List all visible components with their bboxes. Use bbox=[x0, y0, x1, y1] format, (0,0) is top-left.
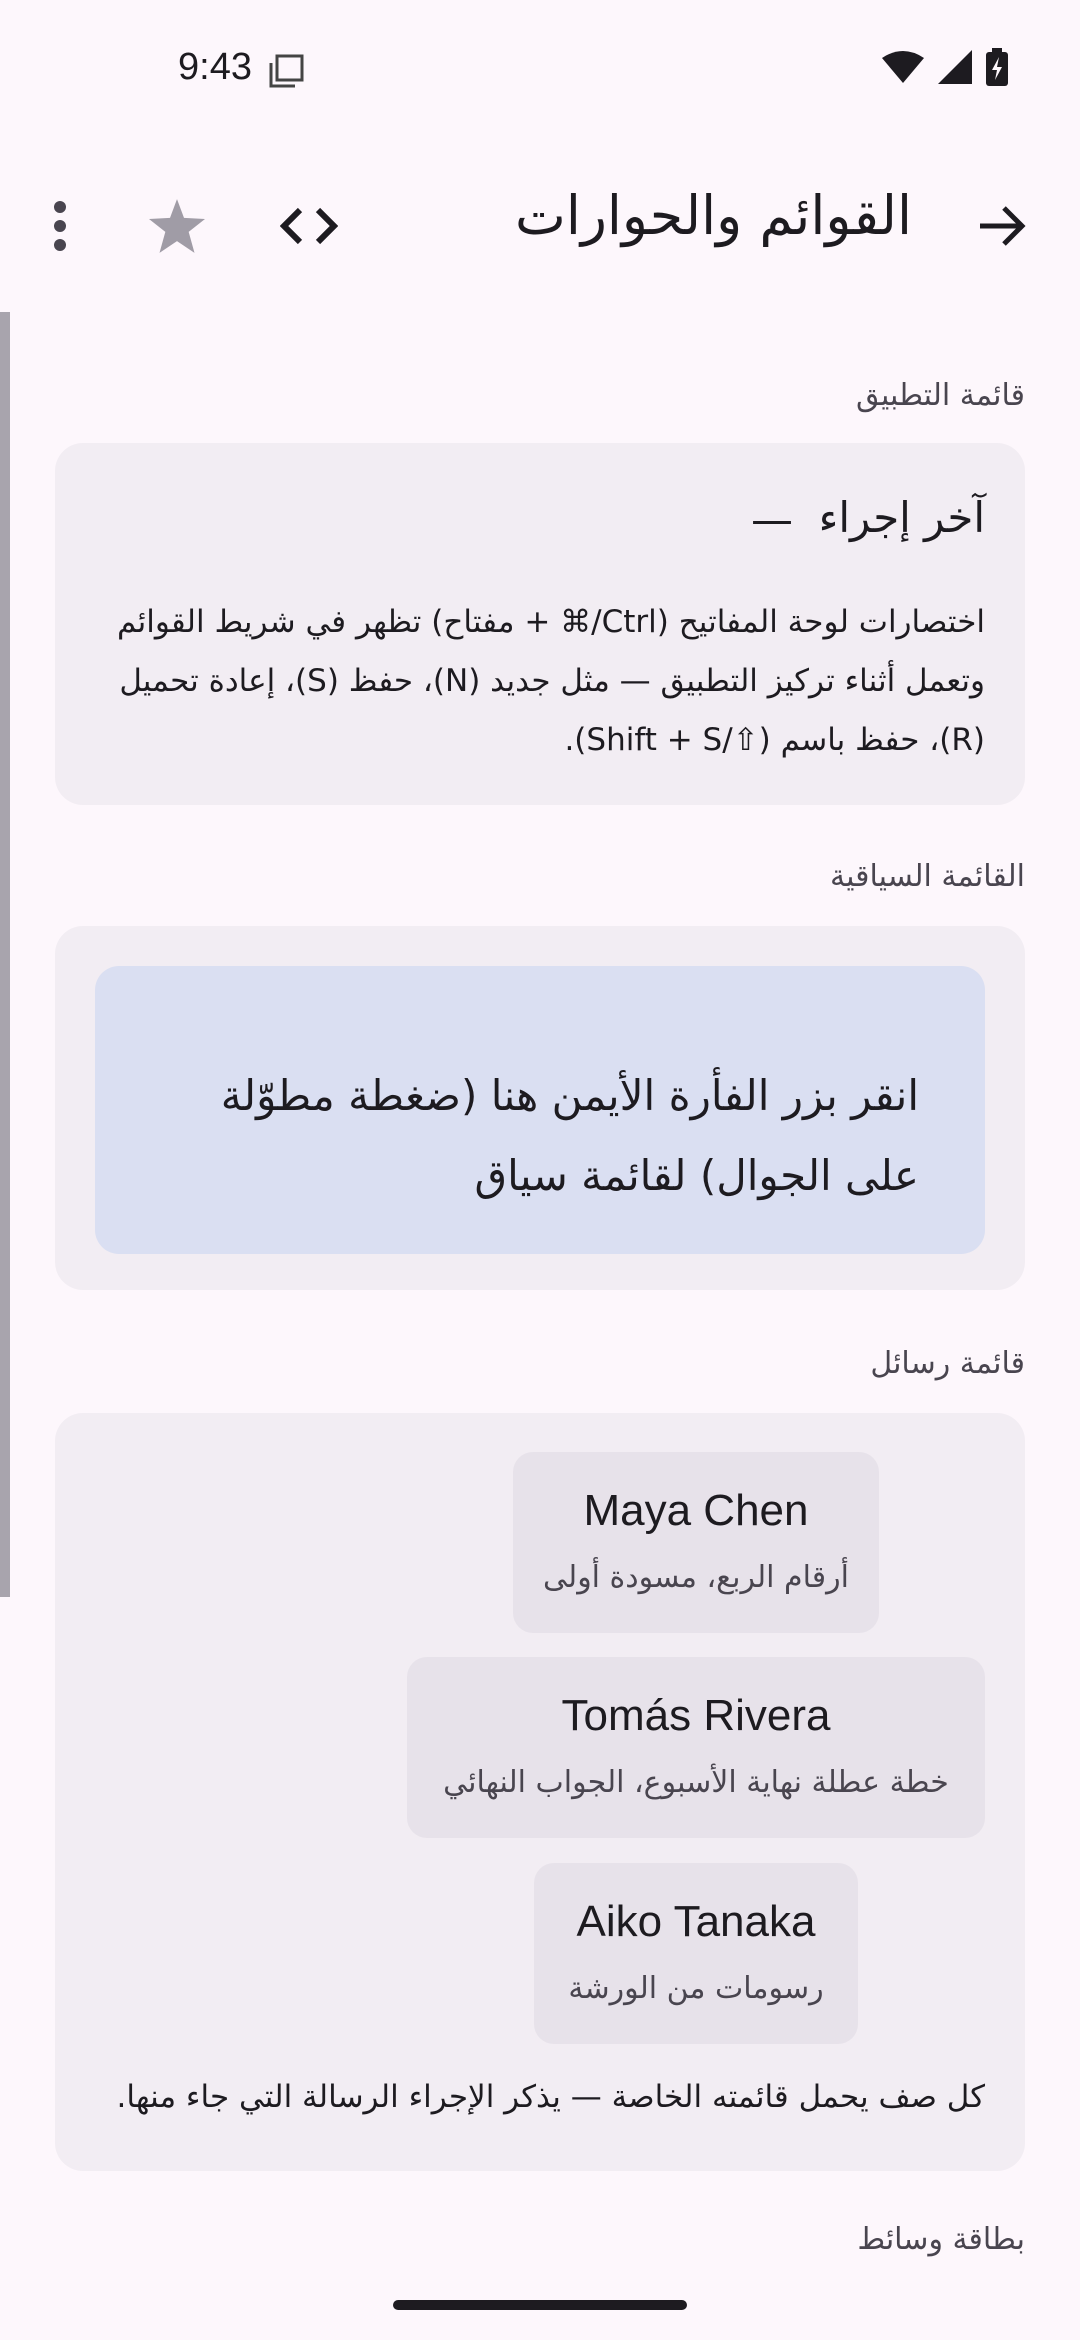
message-row-maya-chen[interactable]: Maya Chen أرقام الربع، مسودة أولى bbox=[513, 1452, 879, 1633]
star-icon[interactable] bbox=[145, 194, 209, 258]
message-preview: أرقام الربع، مسودة أولى bbox=[543, 1560, 849, 1595]
arrow-forward-icon[interactable] bbox=[970, 194, 1034, 258]
message-sender: Tomás Rivera bbox=[561, 1691, 831, 1740]
scroll-indicator bbox=[0, 312, 10, 1597]
top-app-bar: القوائم والحوارات bbox=[0, 170, 1080, 280]
context-menu-section-label: القائمة السياقية bbox=[829, 859, 1025, 894]
wifi-icon bbox=[882, 50, 924, 88]
context-menu-target-text: انقر بزر الفأرة الأيمن هنا (ضغطة مطوّلة … bbox=[220, 1071, 919, 1200]
message-menu-section-label: قائمة رسائل bbox=[870, 1346, 1025, 1381]
cellular-signal-icon bbox=[938, 50, 972, 88]
code-icon[interactable] bbox=[277, 194, 341, 258]
context-menu-target[interactable]: انقر بزر الفأرة الأيمن هنا (ضغطة مطوّلة … bbox=[95, 966, 985, 1254]
screenshot-notification-icon bbox=[268, 54, 304, 88]
message-sender: Aiko Tanaka bbox=[576, 1897, 816, 1946]
context-menu-card: انقر بزر الفأرة الأيمن هنا (ضغطة مطوّلة … bbox=[55, 926, 1025, 1290]
status-icons bbox=[882, 48, 1008, 90]
home-indicator[interactable] bbox=[393, 2300, 687, 2310]
page-title: القوائم والحوارات bbox=[514, 184, 912, 247]
battery-charging-icon bbox=[986, 48, 1008, 90]
app-menu-card: آخر إجراء — اختصارات لوحة المفاتيح (Ctrl… bbox=[55, 443, 1025, 805]
message-menu-footer: كل صف يحمل قائمته الخاصة — يذكر الإجراء … bbox=[116, 2079, 985, 2115]
message-preview: خطة عطلة نهاية الأسبوع، الجواب النهائي bbox=[443, 1765, 949, 1800]
more-vert-icon[interactable] bbox=[28, 194, 92, 258]
status-bar: 9:43 bbox=[0, 0, 1080, 140]
shortcuts-description: اختصارات لوحة المفاتيح (Ctrl/⌘ + مفتاح) … bbox=[116, 604, 985, 758]
message-row-aiko-tanaka[interactable]: Aiko Tanaka رسومات من الورشة bbox=[534, 1863, 858, 2044]
status-time: 9:43 bbox=[178, 46, 252, 88]
media-card-section-label: بطاقة وسائط bbox=[857, 2222, 1025, 2257]
last-action-title: آخر إجراء bbox=[818, 493, 985, 542]
message-row-tomas-rivera[interactable]: Tomás Rivera خطة عطلة نهاية الأسبوع، الج… bbox=[407, 1657, 985, 1838]
app-menu-section-label: قائمة التطبيق bbox=[855, 378, 1025, 413]
message-preview: رسومات من الورشة bbox=[568, 1971, 824, 2006]
message-sender: Maya Chen bbox=[583, 1486, 809, 1535]
last-action-value: — bbox=[751, 495, 793, 544]
message-menu-card: Maya Chen أرقام الربع، مسودة أولى Tomás … bbox=[55, 1413, 1025, 2171]
